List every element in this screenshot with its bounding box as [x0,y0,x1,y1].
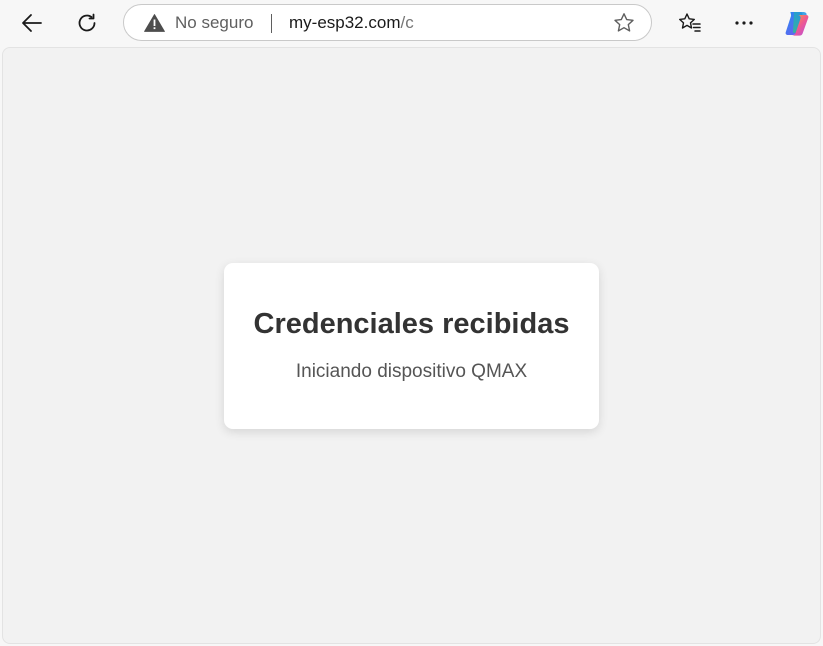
reload-icon [78,13,96,32]
address-bar[interactable]: No seguro my-esp32.com/c [123,4,652,41]
more-options-icon [735,21,753,25]
security-status-label[interactable]: No seguro [175,13,253,33]
browser-window: No seguro my-esp32.com/c Credenciales re… [0,0,823,646]
address-separator [271,14,272,33]
reload-button[interactable] [71,7,103,39]
more-options-button[interactable] [728,7,760,39]
url-path: /c [400,13,414,32]
copilot-icon [785,12,809,36]
page-viewport: Credenciales recibidas Iniciando disposi… [2,47,821,644]
back-arrow-icon [22,14,42,32]
status-card: Credenciales recibidas Iniciando disposi… [224,263,599,429]
card-message: Iniciando dispositivo QMAX [295,361,528,382]
back-button[interactable] [16,7,48,39]
warning-triangle-icon[interactable] [144,14,165,32]
url-text[interactable]: my-esp32.com/c [289,13,414,33]
star-icon[interactable] [613,12,635,34]
browser-toolbar: No seguro my-esp32.com/c [0,0,823,46]
favorites-list-icon [679,13,701,32]
copilot-button[interactable] [781,7,813,39]
url-host: my-esp32.com [289,13,401,32]
favorites-button[interactable] [674,7,706,39]
card-title: Credenciales recibidas [253,308,570,340]
